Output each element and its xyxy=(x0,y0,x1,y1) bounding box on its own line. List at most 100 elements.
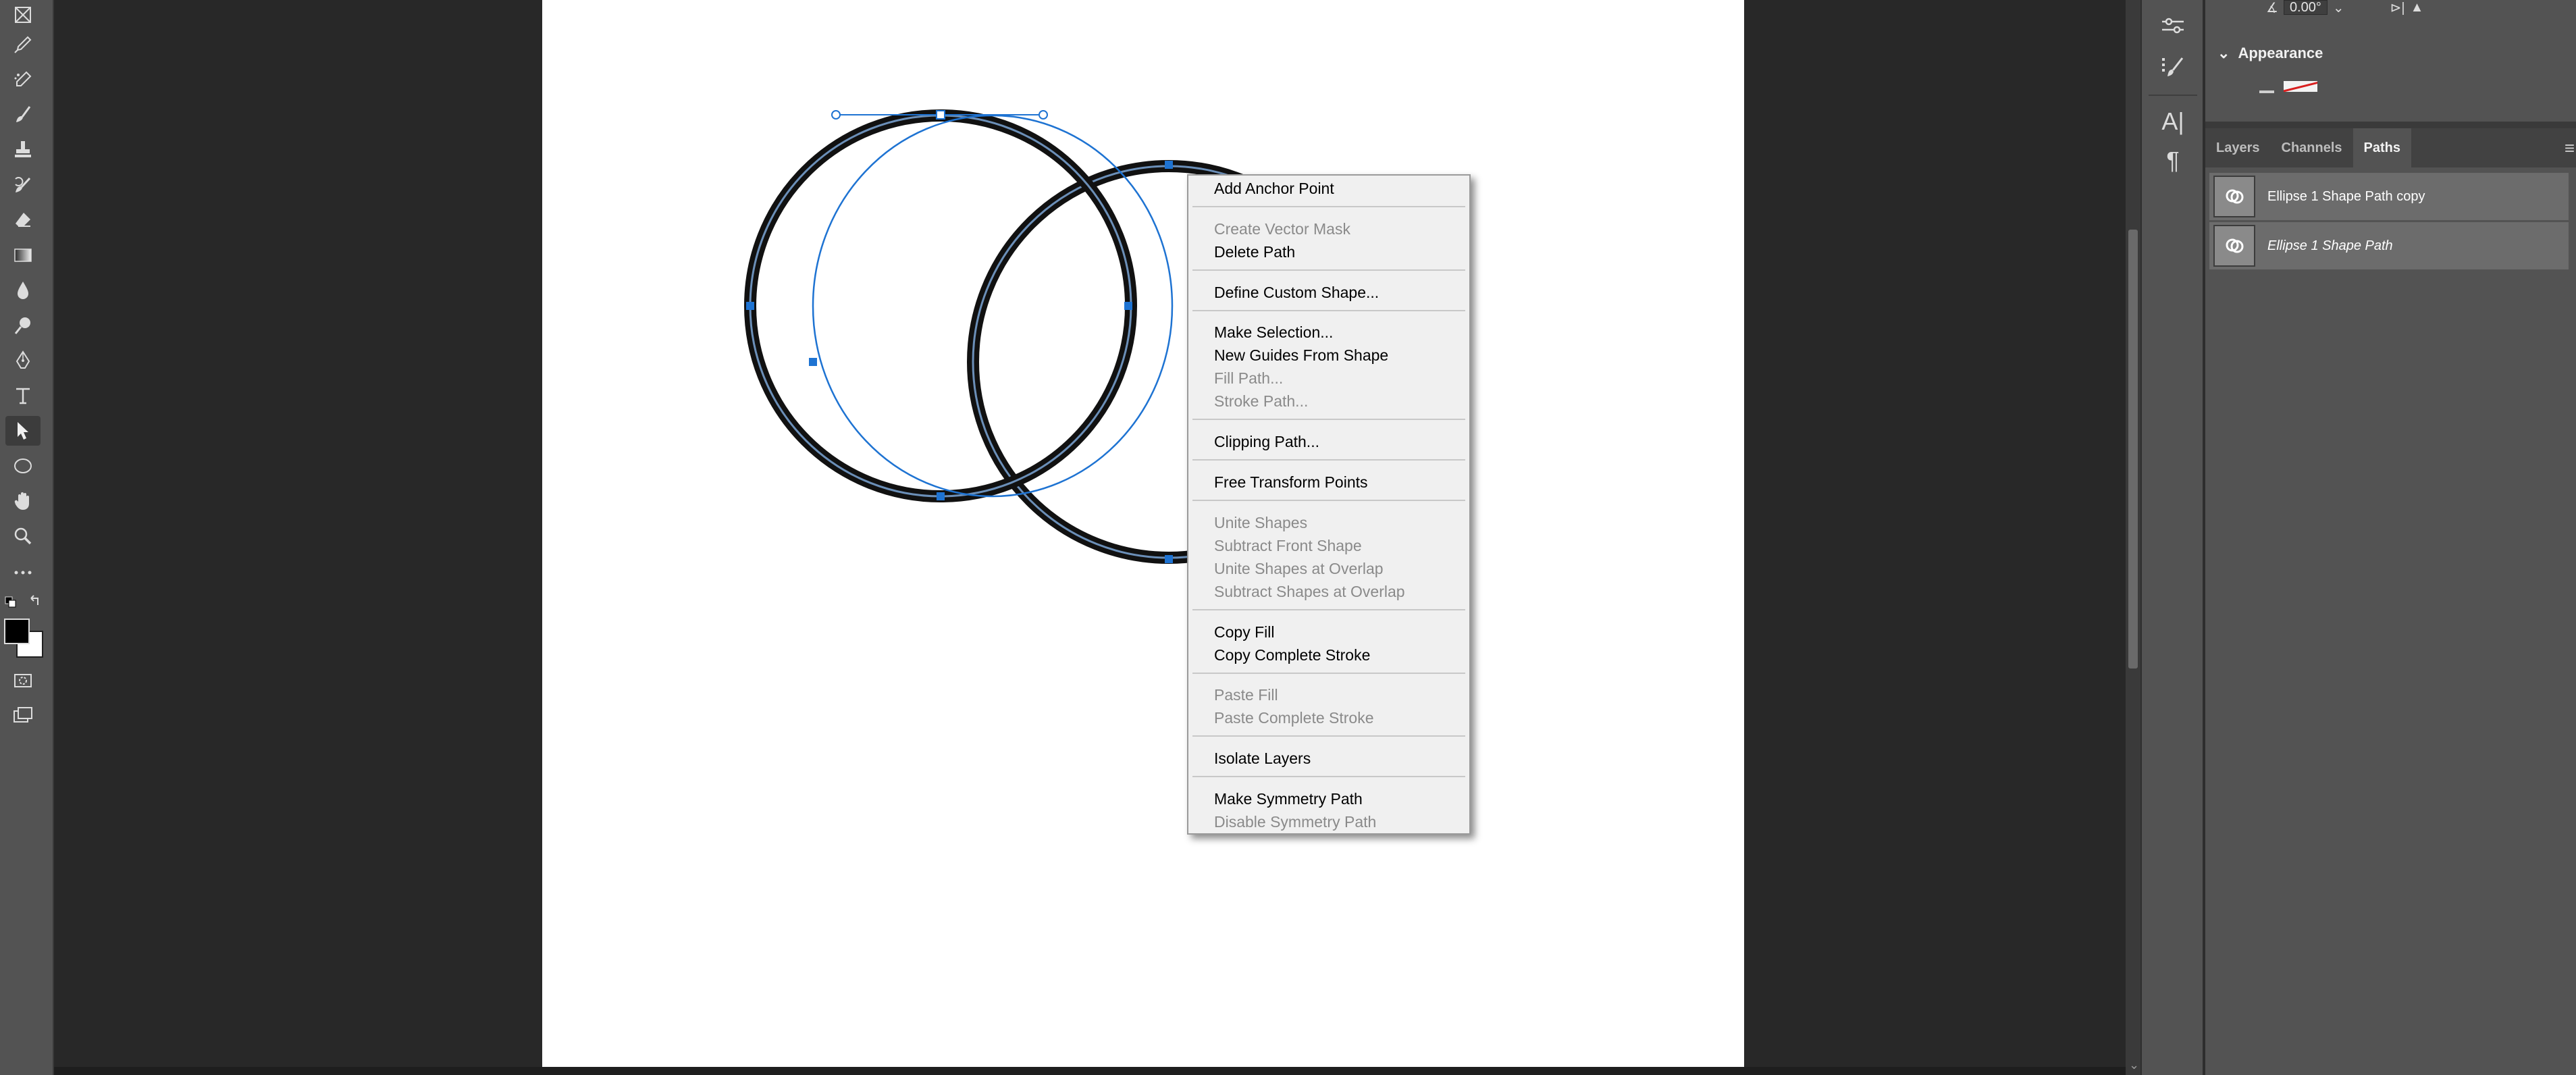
anchor-point-bottom[interactable] xyxy=(937,492,945,500)
layers-channels-paths-tabs: Layers Channels Paths ≡ xyxy=(2205,128,2576,167)
path-row-ellipse-copy[interactable]: Ellipse 1 Shape Path copy xyxy=(2209,173,2569,222)
menu-item-disable-symmetry-path[interactable]: Disable Symmetry Path xyxy=(1214,810,1376,833)
appearance-swatches xyxy=(2259,81,2317,93)
menu-item-make-symmetry-path[interactable]: Make Symmetry Path xyxy=(1214,787,1363,810)
menu-item-create-vector-mask[interactable]: Create Vector Mask xyxy=(1214,217,1350,240)
menu-separator xyxy=(1192,776,1465,778)
menu-item-unite-shapes-at-overlap[interactable]: Unite Shapes at Overlap xyxy=(1214,557,1384,580)
anchor-point-copy-bottom[interactable] xyxy=(1165,555,1173,563)
anchor-point-left[interactable] xyxy=(746,302,754,310)
path-context-menu: Add Anchor Point Create Vector Mask Delete… xyxy=(1187,174,1471,835)
menu-item-fill-path[interactable]: Fill Path... xyxy=(1214,367,1283,390)
flip-horizontal-icon[interactable]: ⊳| xyxy=(2390,0,2405,16)
document-workspace xyxy=(54,0,2126,1075)
panel-menu-icon[interactable]: ≡ xyxy=(2560,128,2576,167)
scrollbar-thumb[interactable] xyxy=(2128,230,2138,668)
eraser-tool-icon[interactable] xyxy=(5,205,41,235)
more-tools-icon[interactable] xyxy=(5,558,41,587)
brush-tool-icon[interactable] xyxy=(5,100,41,130)
tab-channels[interactable]: Channels xyxy=(2271,128,2353,167)
appearance-label: Appearance xyxy=(2238,45,2323,61)
menu-separator xyxy=(1192,735,1465,737)
quick-mask-icon[interactable] xyxy=(5,666,41,696)
menu-item-paste-complete-stroke[interactable]: Paste Complete Stroke xyxy=(1214,706,1374,729)
anchor-point-right[interactable] xyxy=(1124,302,1132,310)
tab-layers[interactable]: Layers xyxy=(2205,128,2271,167)
angle-dropdown-icon[interactable]: ⌄ xyxy=(2333,0,2344,16)
menu-item-new-guides-from-shape[interactable]: New Guides From Shape xyxy=(1214,344,1388,367)
pen-tool-icon[interactable] xyxy=(5,346,41,375)
paths-list: Ellipse 1 Shape Path copy Ellipse 1 Shap… xyxy=(2205,167,2576,1075)
menu-item-delete-path[interactable]: Delete Path xyxy=(1214,240,1295,263)
path-thumbnail-icon xyxy=(2213,225,2255,267)
menu-item-stroke-path[interactable]: Stroke Path... xyxy=(1214,390,1308,413)
character-icon[interactable]: A| xyxy=(2153,103,2193,140)
menu-item-subtract-shapes-at-overlap[interactable]: Subtract Shapes at Overlap xyxy=(1214,580,1405,603)
menu-item-unite-shapes[interactable]: Unite Shapes xyxy=(1214,511,1307,534)
document-canvas[interactable] xyxy=(542,0,1744,1067)
scroll-down-arrow-icon[interactable]: ⌄ xyxy=(2129,1058,2139,1072)
blur-tool-icon[interactable] xyxy=(5,276,41,305)
angle-icon: ∡ xyxy=(2266,0,2278,16)
clone-stamp-icon[interactable] xyxy=(5,135,41,165)
history-brush-icon[interactable] xyxy=(5,170,41,200)
menu-separator xyxy=(1192,269,1465,271)
menu-item-define-custom-shape[interactable]: Define Custom Shape... xyxy=(1214,281,1379,304)
menu-item-add-anchor-point[interactable]: Add Anchor Point xyxy=(1214,177,1334,200)
menu-item-copy-complete-stroke[interactable]: Copy Complete Stroke xyxy=(1214,644,1370,666)
bezier-handle-left[interactable] xyxy=(831,110,841,120)
panel-separator xyxy=(2205,122,2576,128)
menu-item-copy-fill[interactable]: Copy Fill xyxy=(1214,621,1274,644)
dodge-tool-icon[interactable] xyxy=(5,311,41,340)
menu-separator xyxy=(1192,206,1465,207)
menu-item-paste-fill[interactable]: Paste Fill xyxy=(1214,683,1278,706)
menu-separator xyxy=(1192,500,1465,501)
menu-separator xyxy=(1192,608,1465,610)
canvas-artwork xyxy=(744,109,1371,564)
menu-item-clipping-path[interactable]: Clipping Path... xyxy=(1214,430,1319,453)
panel-icon-strip: A| ¶ xyxy=(2140,0,2204,1075)
paragraph-icon[interactable]: ¶ xyxy=(2153,142,2193,180)
bezier-handle-right[interactable] xyxy=(1039,110,1048,120)
horizontal-scrollbar[interactable] xyxy=(54,1067,2126,1075)
appearance-section-header[interactable]: ⌄ Appearance xyxy=(2217,45,2323,62)
menu-item-make-selection[interactable]: Make Selection... xyxy=(1214,321,1333,344)
zoom-tool-icon[interactable] xyxy=(5,521,41,551)
fill-none-swatch[interactable] xyxy=(2259,90,2274,93)
anchor-point-top[interactable] xyxy=(936,110,945,120)
anchor-point-inner-left[interactable] xyxy=(809,358,817,366)
properties-panel: ∡ 0.00° ⌄ ⊳| ▲ ⌄ Appearance xyxy=(2205,0,2576,122)
adjustments-icon[interactable] xyxy=(2153,9,2193,47)
type-tool-icon[interactable] xyxy=(5,381,41,411)
hand-tool-icon[interactable] xyxy=(5,486,41,516)
path-row-ellipse[interactable]: Ellipse 1 Shape Path xyxy=(2209,222,2569,271)
anchor-point-copy-top[interactable] xyxy=(1165,161,1173,169)
menu-item-isolate-layers[interactable]: Isolate Layers xyxy=(1214,747,1311,770)
menu-separator xyxy=(1192,309,1465,311)
foreground-background-color-icon[interactable] xyxy=(3,616,43,658)
menu-separator xyxy=(1192,419,1465,421)
chevron-down-icon: ⌄ xyxy=(2217,45,2230,61)
ellipse-shape[interactable] xyxy=(744,109,1137,502)
tools-panel xyxy=(0,0,54,1075)
path-selection-tool-icon[interactable] xyxy=(5,416,41,446)
vertical-scrollbar[interactable]: ⌄ xyxy=(2126,0,2140,1075)
angle-input[interactable]: 0.00° xyxy=(2283,0,2328,15)
ellipse-tool-icon[interactable] xyxy=(5,451,41,481)
stroke-swatch[interactable] xyxy=(2284,81,2317,92)
flip-vertical-icon[interactable]: ▲ xyxy=(2411,0,2424,16)
default-colors-icon[interactable] xyxy=(4,594,49,613)
strip-divider xyxy=(2149,95,2197,96)
menu-separator xyxy=(1192,672,1465,674)
frame-tool-icon[interactable] xyxy=(5,0,41,30)
tab-paths[interactable]: Paths xyxy=(2352,128,2411,167)
brush-settings-icon[interactable] xyxy=(2153,49,2193,86)
angle-row: ∡ 0.00° ⌄ ⊳| ▲ xyxy=(2266,0,2424,16)
menu-item-free-transform-points[interactable]: Free Transform Points xyxy=(1214,471,1368,494)
spot-healing-brush-icon[interactable] xyxy=(5,65,41,95)
screen-mode-icon[interactable] xyxy=(5,701,41,731)
eyedropper-tool-icon[interactable] xyxy=(5,30,41,59)
path-name: Ellipse 1 Shape Path copy xyxy=(2267,188,2425,204)
menu-item-subtract-front-shape[interactable]: Subtract Front Shape xyxy=(1214,534,1362,557)
gradient-tool-icon[interactable] xyxy=(5,240,41,270)
